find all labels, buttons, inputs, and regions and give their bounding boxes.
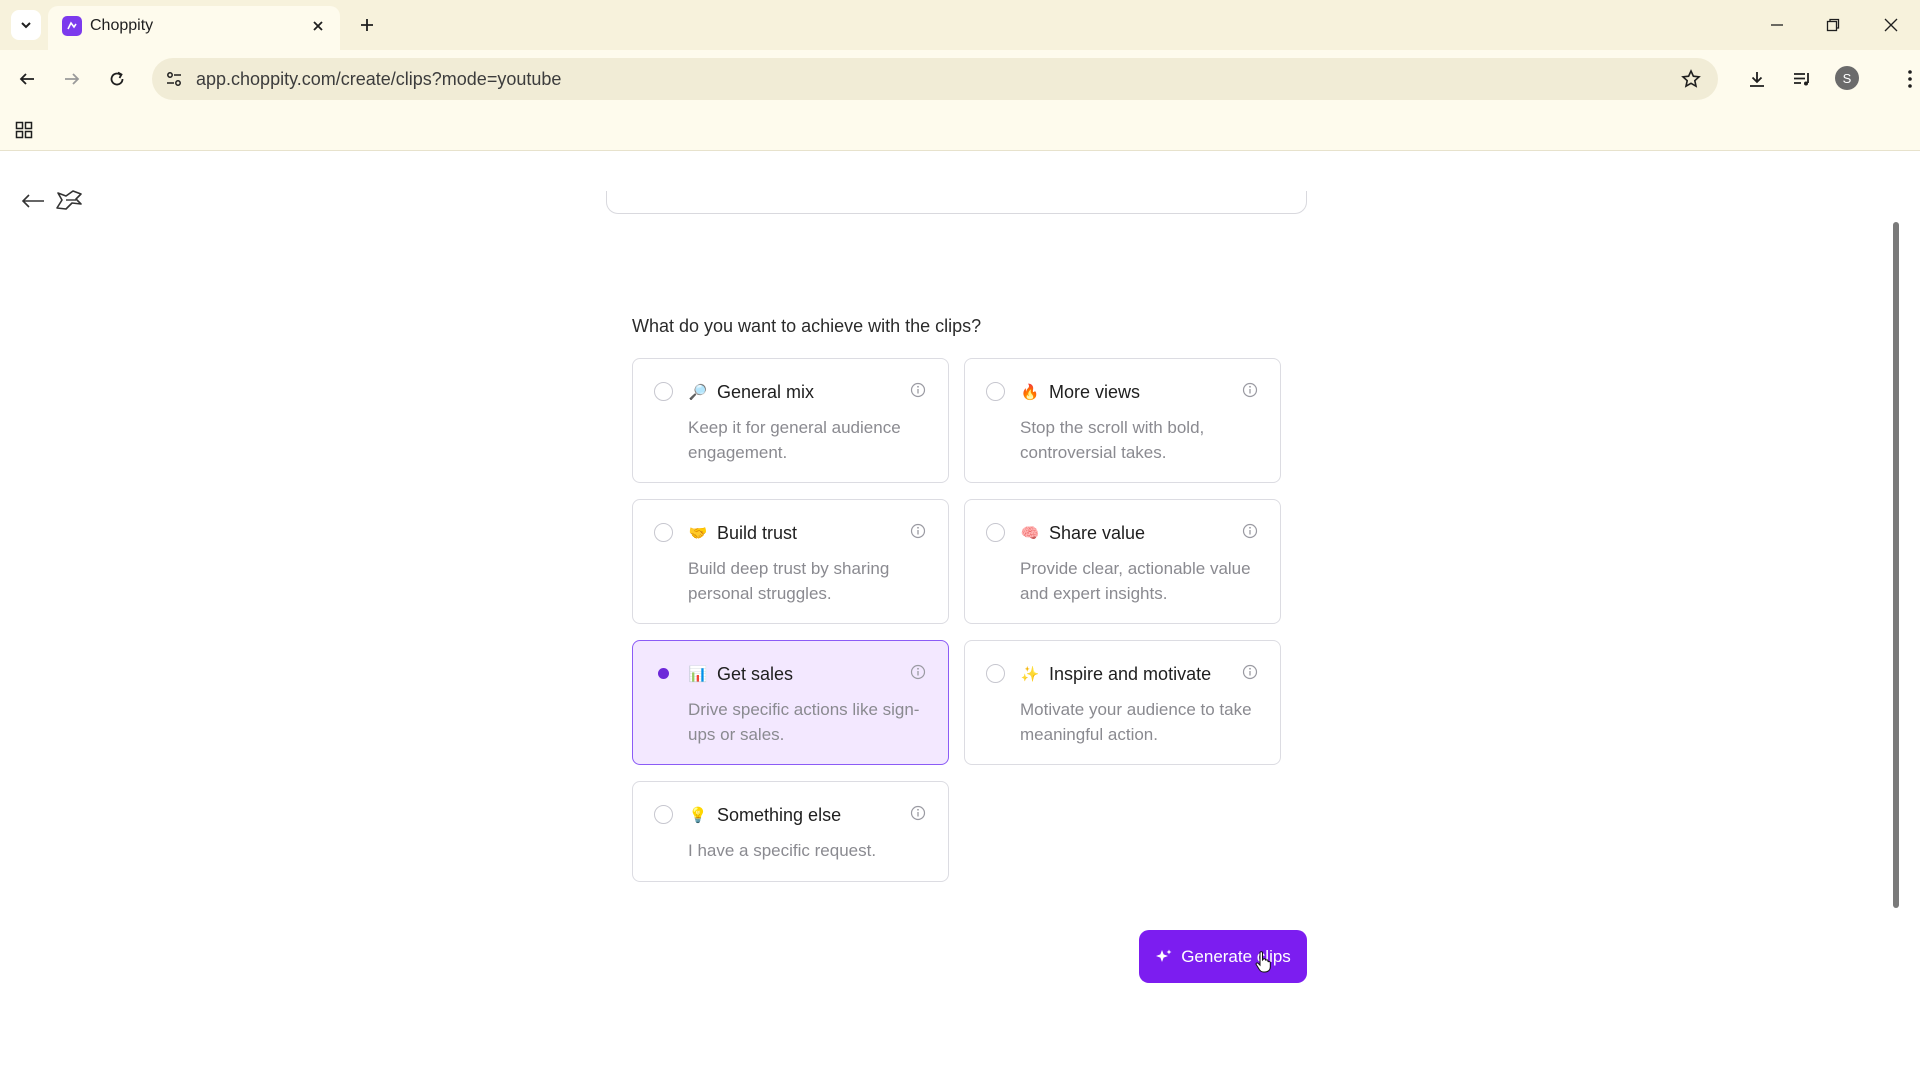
site-info-icon[interactable]: [160, 65, 188, 93]
option-title: More views: [1049, 382, 1141, 402]
option-description: I have a specific request.: [688, 841, 877, 860]
reload-icon: [110, 71, 124, 86]
page-content: What do you want to achieve with the cli…: [0, 151, 1920, 1080]
arrow-right-icon: [65, 73, 80, 85]
url-text[interactable]: app.choppity.com/create/clips?mode=youtu…: [196, 69, 561, 90]
forward-button[interactable]: [55, 62, 89, 96]
option-inspire-and-motivate[interactable]: ✨ Inspire and motivate Motivate your aud…: [964, 640, 1281, 765]
info-icon[interactable]: [910, 805, 926, 821]
bookmarks-bar: [0, 108, 1920, 151]
info-icon[interactable]: [1242, 523, 1258, 539]
arrow-left-icon: [19, 73, 34, 85]
scrollbar-thumb[interactable]: [1893, 222, 1899, 908]
radio-button-selected[interactable]: [654, 664, 673, 683]
fire-emoji-icon: 🔥: [1020, 384, 1040, 401]
choppity-logo-icon[interactable]: [52, 185, 86, 215]
option-title: General mix: [717, 382, 815, 402]
minimize-icon: [1771, 24, 1783, 26]
option-more-views[interactable]: 🔥 More views Stop the scroll with bold, …: [964, 358, 1281, 483]
back-button[interactable]: [10, 62, 44, 96]
lightbulb-emoji-icon: 💡: [688, 807, 708, 824]
media-control-icon[interactable]: [1785, 62, 1819, 96]
option-description: Build deep trust by sharing personal str…: [688, 559, 890, 603]
browser-tab[interactable]: Choppity: [48, 6, 340, 50]
info-icon[interactable]: [1242, 664, 1258, 680]
generate-clips-button[interactable]: Generate clips: [1139, 930, 1307, 983]
option-description: Stop the scroll with bold, controversial…: [1020, 418, 1205, 462]
option-title: Get sales: [717, 664, 794, 684]
radio-button[interactable]: [986, 664, 1005, 683]
radio-button[interactable]: [986, 382, 1005, 401]
tab-title: Choppity: [90, 17, 154, 34]
option-share-value[interactable]: 🧠 Share value Provide clear, actionable …: [964, 499, 1281, 624]
profile-avatar[interactable]: S: [1835, 66, 1859, 90]
bookmark-star-icon[interactable]: [1676, 64, 1706, 94]
option-title: Build trust: [717, 523, 798, 543]
new-tab-button[interactable]: [352, 10, 382, 40]
radio-button[interactable]: [986, 523, 1005, 542]
info-icon[interactable]: [910, 523, 926, 539]
generate-clips-label: Generate clips: [1181, 946, 1291, 966]
option-something-else[interactable]: 💡 Something else I have a specific reque…: [632, 781, 949, 882]
option-get-sales[interactable]: 📊 Get sales Drive specific actions like …: [632, 640, 949, 765]
option-description: Provide clear, actionable value and expe…: [1020, 559, 1251, 603]
browser-tab-strip: Choppity: [0, 0, 1920, 50]
brain-emoji-icon: 🧠: [1020, 525, 1040, 542]
radio-button[interactable]: [654, 382, 673, 401]
option-title: Inspire and motivate: [1049, 664, 1212, 684]
plus-icon: [361, 19, 373, 31]
menu-dots-icon[interactable]: [1893, 62, 1920, 96]
radio-button[interactable]: [654, 523, 673, 542]
option-build-trust[interactable]: 🤝 Build trust Build deep trust by sharin…: [632, 499, 949, 624]
address-bar[interactable]: app.choppity.com/create/clips?mode=youtu…: [152, 58, 1718, 100]
info-icon[interactable]: [1242, 382, 1258, 398]
arrow-left-icon: [21, 194, 44, 208]
chevron-down-icon: [21, 22, 31, 29]
handshake-emoji-icon: 🤝: [688, 525, 708, 542]
magnifier-emoji-icon: 🔎: [688, 384, 708, 401]
choppity-favicon-icon: [62, 16, 82, 36]
option-title: Something else: [717, 805, 842, 825]
minimize-button[interactable]: [1757, 8, 1797, 42]
previous-section-input[interactable]: [606, 191, 1307, 214]
browser-toolbar: app.choppity.com/create/clips?mode=youtu…: [0, 50, 1920, 108]
sparkles-emoji-icon: ✨: [1020, 666, 1040, 683]
info-icon[interactable]: [910, 664, 926, 680]
reload-button[interactable]: [100, 62, 134, 96]
option-title: Share value: [1049, 523, 1146, 543]
restore-button[interactable]: [1813, 8, 1853, 42]
close-window-button[interactable]: [1871, 8, 1911, 42]
close-icon: [1884, 18, 1898, 32]
bar-chart-emoji-icon: 📊: [688, 666, 708, 683]
restore-icon: [1826, 18, 1840, 32]
option-description: Keep it for general audience engagement.: [688, 418, 901, 462]
mouse-cursor-icon: [1255, 951, 1271, 973]
sparkle-icon: [1156, 949, 1172, 962]
tab-search-button[interactable]: [11, 10, 41, 40]
option-description: Drive specific actions like sign-ups or …: [688, 700, 920, 744]
goal-question: What do you want to achieve with the cli…: [632, 316, 982, 336]
option-description: Motivate your audience to take meaningfu…: [1020, 700, 1252, 744]
downloads-icon[interactable]: [1740, 62, 1774, 96]
apps-grid-icon[interactable]: [10, 116, 38, 144]
info-icon[interactable]: [910, 382, 926, 398]
page-back-button[interactable]: [18, 187, 48, 215]
radio-button[interactable]: [654, 805, 673, 824]
option-general-mix[interactable]: 🔎 General mix Keep it for general audien…: [632, 358, 949, 483]
close-tab-icon[interactable]: [306, 14, 330, 38]
